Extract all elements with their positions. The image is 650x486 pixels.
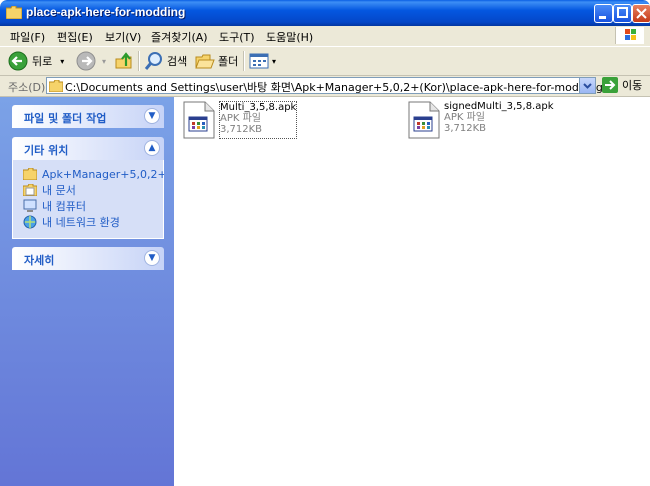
menu-file[interactable]: 파일(F)	[10, 29, 45, 45]
maximize-button[interactable]	[613, 4, 632, 23]
toolbar-separator	[138, 51, 140, 71]
apk-file-icon	[408, 101, 440, 139]
place-network[interactable]: 내 네트워크 환경	[23, 214, 163, 230]
my-documents-icon	[23, 184, 37, 196]
panel-title: 기타 위치	[24, 144, 69, 157]
file-folder-tasks-header[interactable]: 파일 및 폴더 작업 ▼	[12, 105, 164, 128]
menu-tools[interactable]: 도구(T)	[219, 29, 255, 45]
close-icon	[636, 8, 647, 19]
place-my-computer[interactable]: 내 컴퓨터	[23, 198, 163, 214]
forward-button[interactable]: ▾	[76, 50, 106, 72]
folder-icon	[49, 80, 63, 92]
place-label: 내 컴퓨터	[42, 200, 86, 213]
place-label: 내 네트워크 환경	[42, 216, 120, 229]
chevron-down-icon	[583, 83, 592, 89]
details-panel: 자세히 ▼	[12, 247, 164, 270]
windows-flag-icon	[625, 29, 636, 40]
folders-button[interactable]: 폴더	[195, 50, 238, 72]
place-apk-manager[interactable]: Apk+Manager+5,0,2+(K	[23, 166, 164, 182]
search-icon	[144, 52, 162, 70]
address-label: 주소(D)	[8, 81, 46, 94]
window-title: place-apk-here-for-modding	[26, 5, 186, 19]
menu-bar: 파일(F) 편집(E) 보기(V) 즐겨찾기(A) 도구(T) 도움말(H)	[0, 26, 650, 47]
file-name: signedMulti_3,5,8.apk	[444, 101, 554, 112]
folder-icon	[23, 168, 37, 180]
back-dropdown-icon[interactable]: ▾	[60, 57, 64, 66]
folders-icon	[195, 54, 215, 69]
back-label: 뒤로	[32, 55, 53, 68]
toolbar-separator	[243, 51, 245, 71]
folder-icon	[6, 6, 22, 19]
network-icon	[23, 215, 37, 229]
chevron-down-icon[interactable]: ▼	[144, 108, 160, 124]
file-list-area[interactable]: Multi_3,5,8.apk APK 파일 3,712KB signedMul…	[174, 97, 650, 486]
other-places-header[interactable]: 기타 위치 ▲	[12, 137, 164, 160]
forward-dropdown-icon[interactable]: ▾	[102, 57, 106, 66]
file-info: signedMulti_3,5,8.apk APK 파일 3,712KB	[444, 101, 554, 139]
file-name: Multi_3,5,8.apk	[220, 102, 297, 113]
up-folder-button[interactable]	[114, 50, 134, 72]
chevron-up-icon[interactable]: ▲	[144, 140, 160, 156]
task-pane: 파일 및 폴더 작업 ▼ 기타 위치 ▲ Apk+Manager+5,0,2+(…	[0, 97, 174, 486]
forward-arrow-icon	[76, 51, 96, 71]
address-path: C:\Documents and Settings\user\바탕 화면\Apk…	[65, 81, 603, 94]
maximize-icon	[617, 7, 628, 18]
details-header[interactable]: 자세히 ▼	[12, 247, 164, 270]
folders-label: 폴더	[218, 55, 239, 68]
other-places-list: Apk+Manager+5,0,2+(K 내 문서 내 컴퓨터 내 네트워크 환…	[12, 160, 164, 239]
minimize-button[interactable]	[594, 4, 613, 23]
back-button[interactable]: 뒤로 ▾	[8, 50, 64, 72]
up-folder-icon	[115, 52, 132, 69]
computer-icon	[23, 199, 37, 212]
views-button[interactable]: ▾	[249, 50, 276, 72]
title-bar[interactable]: place-apk-here-for-modding	[0, 0, 650, 26]
go-label: 이동	[622, 79, 643, 92]
place-label: Apk+Manager+5,0,2+(K	[42, 167, 164, 181]
chevron-down-icon[interactable]: ▼	[144, 250, 160, 266]
place-my-documents[interactable]: 내 문서	[23, 182, 163, 198]
address-bar: 주소(D) C:\Documents and Settings\user\바탕 …	[0, 76, 650, 97]
file-size: 3,712KB	[444, 123, 487, 134]
menu-view[interactable]: 보기(V)	[105, 29, 141, 45]
toolbar: 뒤로 ▾ ▾ 검색 폴더 ▾	[0, 47, 650, 76]
views-dropdown-icon: ▾	[272, 56, 277, 66]
menu-edit[interactable]: 편집(E)	[57, 29, 93, 45]
go-button[interactable]: 이동	[602, 77, 642, 93]
go-arrow-icon	[602, 77, 618, 93]
file-info: Multi_3,5,8.apk APK 파일 3,712KB	[219, 101, 298, 139]
explorer-window: place-apk-here-for-modding 파일(F) 편집(E) 보…	[0, 0, 650, 486]
file-size: 3,712KB	[220, 124, 263, 135]
search-button[interactable]: 검색	[144, 50, 187, 72]
file-item[interactable]: signedMulti_3,5,8.apk APK 파일 3,712KB	[408, 101, 554, 139]
address-input[interactable]: C:\Documents and Settings\user\바탕 화면\Apk…	[46, 77, 603, 94]
address-dropdown-button[interactable]	[579, 78, 595, 93]
place-label: 내 문서	[42, 184, 76, 197]
other-places-panel: 기타 위치 ▲ Apk+Manager+5,0,2+(K 내 문서 내 컴퓨터	[12, 137, 164, 239]
close-button[interactable]	[632, 4, 650, 23]
menu-help[interactable]: 도움말(H)	[266, 29, 313, 45]
apk-file-icon	[183, 101, 215, 139]
search-label: 검색	[167, 55, 188, 68]
file-type: APK 파일	[444, 112, 486, 123]
back-arrow-icon	[8, 51, 28, 71]
file-item[interactable]: Multi_3,5,8.apk APK 파일 3,712KB	[183, 101, 298, 139]
file-folder-tasks-panel: 파일 및 폴더 작업 ▼	[12, 105, 164, 128]
minimize-icon	[599, 16, 606, 19]
panel-title: 자세히	[24, 254, 55, 267]
windows-logo	[615, 27, 644, 44]
views-icon	[249, 53, 269, 69]
file-type: APK 파일	[220, 113, 262, 124]
panel-title: 파일 및 폴더 작업	[24, 112, 107, 125]
menu-favorites[interactable]: 즐겨찾기(A)	[151, 29, 208, 45]
